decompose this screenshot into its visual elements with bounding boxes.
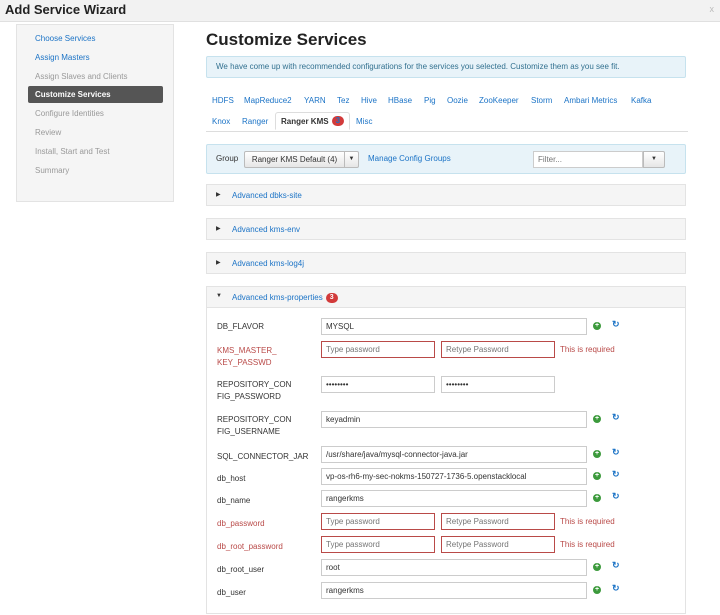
wizard-steps-sidebar: Choose Services Assign Masters Assign Sl…: [16, 24, 174, 202]
wizard-title-bar: Add Service Wizard x: [0, 0, 720, 22]
caret-down-icon: ▼: [216, 293, 222, 299]
tab-misc[interactable]: Misc: [356, 117, 372, 126]
prop-label-db-name: db_name: [217, 496, 251, 505]
tab-storm[interactable]: Storm: [531, 96, 552, 105]
prop-label-db-password: db_password: [217, 519, 265, 528]
group-label: Group: [216, 154, 239, 163]
prop-label-db-root-password: db_root_password: [217, 542, 283, 551]
prop-label-repository-password: REPOSITORY_CONFIG_PASSWORD: [217, 380, 292, 401]
refresh-icon[interactable]: ↻: [612, 491, 620, 502]
input-repository-password-retype[interactable]: ••••••••: [441, 376, 555, 393]
plus-circle-icon[interactable]: +: [593, 563, 601, 571]
input-db-password[interactable]: [321, 513, 435, 530]
config-group-bar: Group Ranger KMS Default (4) ▼ Manage Co…: [206, 144, 686, 174]
tab-kafka[interactable]: Kafka: [631, 96, 651, 105]
tab-knox[interactable]: Knox: [212, 117, 230, 126]
tab-ranger-kms-label: Ranger KMS: [281, 117, 329, 126]
input-db-host[interactable]: vp-os-rh6-my-sec-nokms-150727-1736-5.ope…: [321, 468, 587, 485]
section-error-badge: 3: [325, 293, 338, 303]
step-assign-masters[interactable]: Assign Masters: [28, 49, 163, 66]
close-icon[interactable]: x: [710, 4, 715, 14]
error-required: This is required: [560, 517, 615, 526]
error-required: This is required: [560, 345, 615, 354]
wizard-title: Add Service Wizard: [5, 2, 127, 17]
plus-circle-icon[interactable]: +: [593, 494, 601, 502]
caret-right-icon: ▶: [216, 226, 221, 232]
tab-hdfs[interactable]: HDFS: [212, 96, 234, 105]
step-configure-identities: Configure Identities: [35, 109, 104, 118]
input-repository-username[interactable]: keyadmin: [321, 411, 587, 428]
section-title[interactable]: Advanced dbks-site: [232, 191, 302, 200]
tab-tez[interactable]: Tez: [337, 96, 349, 105]
step-summary: Summary: [35, 166, 70, 175]
info-alert: We have come up with recommended configu…: [206, 56, 686, 78]
tab-oozie[interactable]: Oozie: [447, 96, 468, 105]
section-title[interactable]: Advanced kms-env: [232, 225, 300, 234]
tab-yarn[interactable]: YARN: [304, 96, 326, 105]
step-review: Review: [35, 128, 62, 137]
input-kms-master-key-password[interactable]: [321, 341, 435, 358]
section-advanced-kms-properties[interactable]: ▼ Advanced kms-properties 3: [206, 286, 686, 308]
caret-right-icon: ▶: [216, 260, 221, 266]
input-sql-connector-jar[interactable]: /usr/share/java/mysql-connector-java.jar: [321, 446, 587, 463]
plus-circle-icon[interactable]: +: [593, 586, 601, 594]
section-title-label: Advanced kms-properties: [232, 293, 323, 302]
input-db-name[interactable]: rangerkms: [321, 490, 587, 507]
filter-dropdown-icon[interactable]: ▼: [643, 151, 665, 168]
prop-label-db-flavor: DB_FLAVOR: [217, 322, 264, 331]
page-title: Customize Services: [206, 30, 367, 49]
tab-ambari-metrics[interactable]: Ambari Metrics: [564, 96, 617, 105]
step-customize-services[interactable]: Customize Services: [28, 86, 163, 103]
input-db-user[interactable]: rangerkms: [321, 582, 587, 599]
input-db-password-retype[interactable]: [441, 513, 555, 530]
tab-ranger-kms-badge: 3: [331, 116, 345, 126]
step-install-start-test: Install, Start and Test: [35, 147, 110, 156]
tab-hbase[interactable]: HBase: [388, 96, 412, 105]
refresh-icon[interactable]: ↻: [612, 560, 620, 571]
input-repository-password[interactable]: ••••••••: [321, 376, 435, 393]
caret-right-icon: ▶: [216, 192, 221, 198]
manage-config-groups-link[interactable]: Manage Config Groups: [368, 154, 451, 163]
tab-zookeeper[interactable]: ZooKeeper: [479, 96, 519, 105]
prop-label-sql-connector-jar: SQL_CONNECTOR_JAR: [217, 452, 309, 461]
section-title[interactable]: Advanced kms-log4j: [232, 259, 304, 268]
refresh-icon[interactable]: ↻: [612, 447, 620, 458]
tab-mapreduce2[interactable]: MapReduce2: [244, 96, 292, 105]
tab-ranger[interactable]: Ranger: [242, 117, 268, 126]
tab-pig[interactable]: Pig: [424, 96, 436, 105]
prop-label-repository-username: REPOSITORY_CONFIG_USERNAME: [217, 415, 292, 436]
service-tabs-row-2: Knox Ranger Ranger KMS 3 Misc: [206, 112, 688, 132]
plus-circle-icon[interactable]: +: [593, 322, 601, 330]
refresh-icon[interactable]: ↻: [612, 583, 620, 594]
prop-label-db-root-user: db_root_user: [217, 565, 265, 574]
filter-input[interactable]: [533, 151, 643, 168]
input-db-root-password-retype[interactable]: [441, 536, 555, 553]
input-db-root-password[interactable]: [321, 536, 435, 553]
plus-circle-icon[interactable]: +: [593, 415, 601, 423]
prop-label-kms-master-key: KMS_MASTER_KEY_PASSWD: [217, 346, 277, 367]
step-choose-services[interactable]: Choose Services: [28, 30, 163, 47]
input-db-root-user[interactable]: root: [321, 559, 587, 576]
prop-label-db-host: db_host: [217, 474, 246, 483]
plus-circle-icon[interactable]: +: [593, 472, 601, 480]
refresh-icon[interactable]: ↻: [612, 469, 620, 480]
config-group-select[interactable]: Ranger KMS Default (4) ▼: [244, 151, 359, 168]
step-assign-slaves: Assign Slaves and Clients: [35, 72, 128, 81]
plus-circle-icon[interactable]: +: [593, 450, 601, 458]
section-advanced-kms-log4j[interactable]: ▶ Advanced kms-log4j: [206, 252, 686, 274]
input-kms-master-key-retype[interactable]: [441, 341, 555, 358]
section-advanced-dbks-site[interactable]: ▶ Advanced dbks-site: [206, 184, 686, 206]
section-advanced-kms-env[interactable]: ▶ Advanced kms-env: [206, 218, 686, 240]
kms-properties-form: DB_FLAVOR MYSQL + ↻ KMS_MASTER_KEY_PASSW…: [206, 308, 686, 614]
tab-hive[interactable]: Hive: [361, 96, 377, 105]
config-group-selected[interactable]: Ranger KMS Default (4): [245, 152, 345, 167]
caret-down-icon[interactable]: ▼: [345, 152, 358, 167]
tab-ranger-kms[interactable]: Ranger KMS 3: [275, 112, 351, 130]
section-title[interactable]: Advanced kms-properties 3: [232, 293, 338, 303]
input-db-flavor[interactable]: MYSQL: [321, 318, 587, 335]
refresh-icon[interactable]: ↻: [612, 319, 620, 330]
prop-label-db-user: db_user: [217, 588, 246, 597]
refresh-icon[interactable]: ↻: [612, 412, 620, 423]
error-required: This is required: [560, 540, 615, 549]
